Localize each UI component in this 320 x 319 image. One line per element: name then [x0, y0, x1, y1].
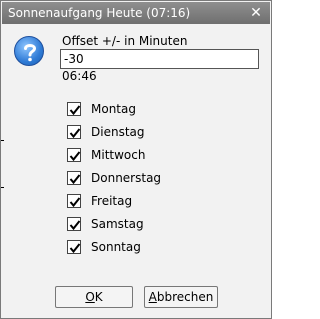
day-label-samstag: Samstag: [91, 217, 144, 231]
day-label-donnerstag: Donnerstag: [91, 171, 162, 185]
checkbox-montag[interactable]: [67, 102, 81, 116]
day-checkbox-sonntag[interactable]: Sonntag: [67, 238, 141, 256]
day-checkbox-freitag[interactable]: Freitag: [67, 192, 132, 210]
window-title: Sonnenaufgang Heute (07:16): [8, 6, 191, 20]
ok-button[interactable]: OK: [55, 286, 133, 308]
ok-label-rest: K: [94, 290, 103, 304]
checkbox-donnerstag[interactable]: [67, 171, 81, 185]
day-label-dienstag: Dienstag: [91, 125, 145, 139]
cancel-button[interactable]: Abbrechen: [144, 286, 218, 308]
offset-label: Offset +/- in Minuten: [62, 34, 188, 48]
title-bar[interactable]: Sonnenaufgang Heute (07:16) ✕: [2, 2, 270, 24]
close-icon[interactable]: ✕: [249, 6, 263, 20]
checkbox-samstag[interactable]: [67, 217, 81, 231]
edge-divider: [1, 140, 4, 141]
day-checkbox-donnerstag[interactable]: Donnerstag: [67, 169, 161, 187]
day-checkbox-samstag[interactable]: Samstag: [67, 215, 144, 233]
question-icon: [14, 36, 44, 66]
checkbox-sonntag[interactable]: [67, 240, 81, 254]
day-label-freitag: Freitag: [91, 194, 133, 208]
day-checkbox-dienstag[interactable]: Dienstag: [67, 123, 145, 141]
day-checkbox-mittwoch[interactable]: Mittwoch: [67, 146, 145, 164]
day-checkbox-montag[interactable]: Montag: [67, 100, 136, 118]
ok-mnemonic: O: [85, 290, 95, 304]
cancel-mnemonic: A: [148, 290, 157, 304]
day-label-sonntag: Sonntag: [91, 240, 141, 254]
edge-divider: [1, 187, 4, 188]
cancel-label-rest: bbrechen: [156, 290, 214, 304]
offset-input[interactable]: [60, 49, 259, 69]
day-label-montag: Montag: [91, 102, 136, 116]
result-time: 06:46: [62, 69, 97, 83]
checkbox-dienstag[interactable]: [67, 125, 81, 139]
checkbox-freitag[interactable]: [67, 194, 81, 208]
checkbox-mittwoch[interactable]: [67, 148, 81, 162]
dialog-window: Sonnenaufgang Heute (07:16) ✕ Offset +/-…: [0, 0, 272, 319]
day-label-mittwoch: Mittwoch: [91, 148, 146, 162]
